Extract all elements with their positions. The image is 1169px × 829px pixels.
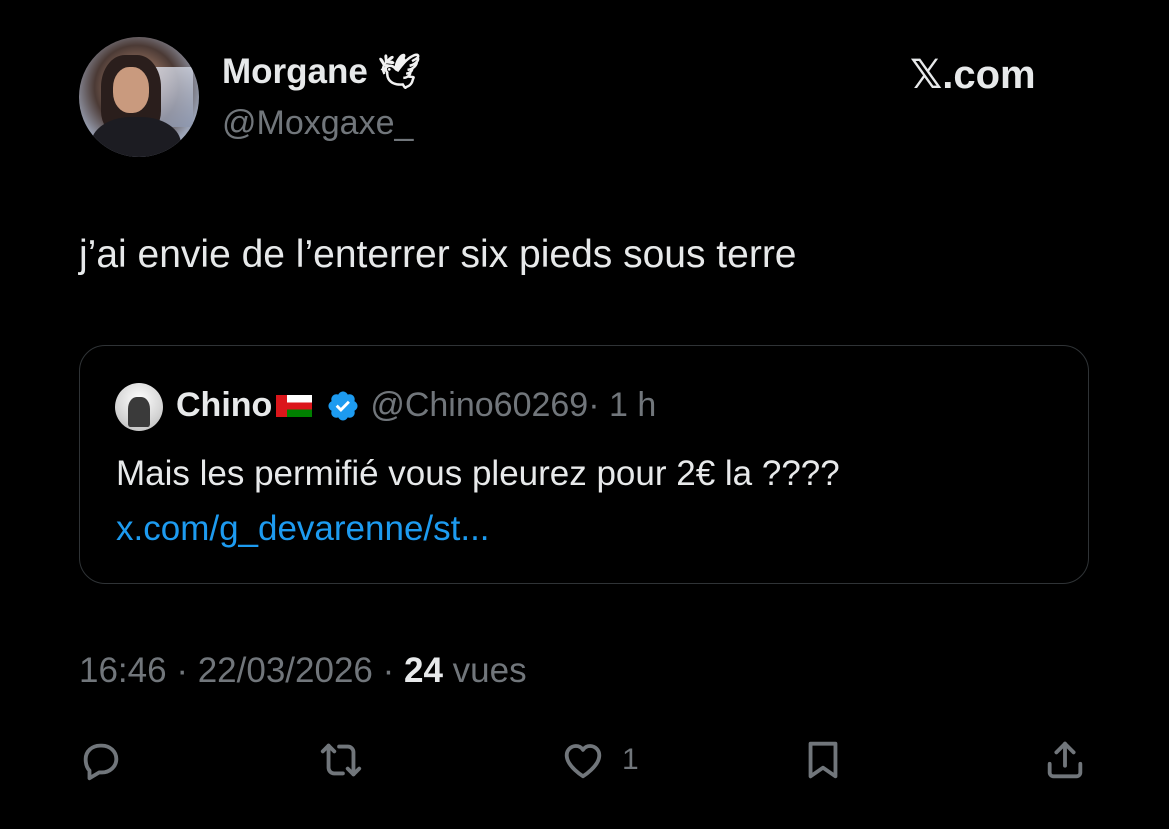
separator-dot: ·	[166, 651, 198, 690]
brand-logo: 𝕏.com	[910, 53, 1036, 97]
tweet-date: 22/03/2026	[197, 651, 373, 690]
oman-flag-icon	[276, 394, 313, 417]
reply-icon	[83, 743, 119, 781]
avatar-face	[113, 67, 149, 113]
quoted-user-avatar	[115, 383, 163, 431]
like-count: 1	[622, 743, 639, 776]
views-count: 24	[403, 651, 443, 690]
quoted-tweet-link[interactable]: x.com/g_devarenne/st...	[116, 509, 490, 549]
tweet-time: 16:46	[79, 651, 167, 690]
retweet-icon	[320, 743, 362, 777]
share-button[interactable]	[1042, 737, 1088, 783]
tweet-meta: 16:46 · 22/03/2026 · 24 vues	[79, 651, 527, 691]
verified-badge-icon	[328, 390, 358, 421]
share-icon	[1047, 741, 1083, 779]
user-avatar[interactable]	[79, 37, 199, 157]
retweet-button[interactable]	[318, 737, 364, 783]
bookmark-icon	[808, 741, 838, 779]
tweet-screenshot: Morgane 🕊 @Moxgaxe_ 𝕏.com j’ai envie de …	[0, 0, 1169, 829]
like-icon	[564, 744, 602, 779]
avatar-body	[91, 117, 181, 157]
display-name[interactable]: Morgane 🕊	[222, 52, 421, 92]
views-label: vues	[442, 651, 527, 690]
display-name-text: Morgane	[222, 52, 368, 91]
separator-dot: ·	[372, 651, 404, 690]
avatar-figure	[128, 397, 150, 427]
user-handle[interactable]: @Moxgaxe_	[222, 104, 413, 143]
quoted-display-name: Chino	[176, 386, 273, 424]
quoted-tweet-header: Chino @Chino60269 · 1 h	[176, 386, 656, 425]
quoted-tweet-card[interactable]: Chino @Chino60269 · 1 h Mais les permifi…	[79, 345, 1089, 584]
dove-icon: 🕊	[377, 53, 422, 91]
reply-button[interactable]	[78, 737, 124, 783]
like-button[interactable]: 1	[560, 737, 639, 783]
quoted-user-handle: @Chino60269	[370, 386, 589, 424]
tweet-text: j’ai envie de l’enterrer six pieds sous …	[79, 233, 797, 276]
quoted-timestamp: · 1 h	[588, 386, 657, 424]
bookmark-button[interactable]	[800, 737, 846, 783]
quoted-tweet-text: Mais les permifié vous pleurez pour 2€ l…	[116, 454, 840, 493]
